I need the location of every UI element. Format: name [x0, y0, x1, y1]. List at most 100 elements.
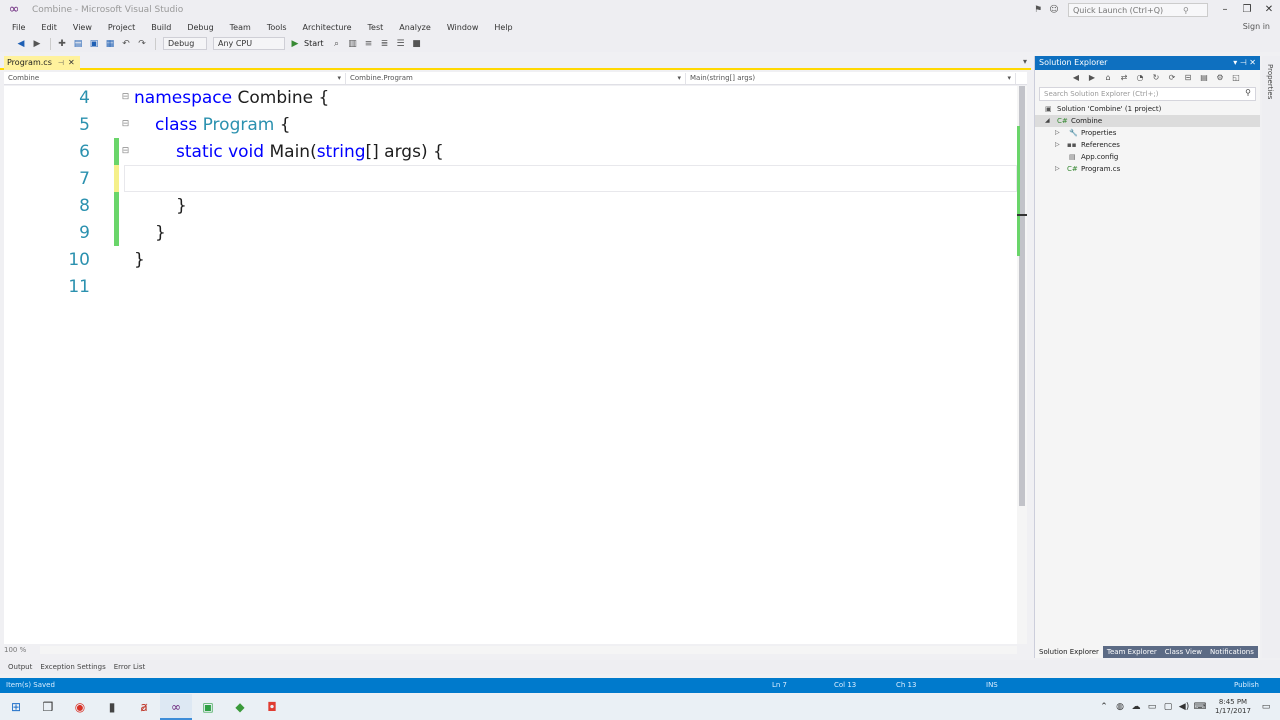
collapse-outline-icon[interactable]: ⊟ [121, 120, 130, 129]
publish-button[interactable]: Publish [1234, 681, 1259, 689]
show-all-files-icon[interactable]: ▤ [1197, 71, 1211, 85]
tree-item-project[interactable]: ◢ C# Combine [1035, 115, 1260, 127]
properties-icon[interactable]: ⚙ [1213, 71, 1227, 85]
preview-icon[interactable]: ◱ [1229, 71, 1243, 85]
tab-output[interactable]: Output [4, 663, 36, 671]
menu-debug[interactable]: Debug [179, 23, 221, 32]
code-line[interactable]: 11 [4, 273, 1004, 300]
menu-architecture[interactable]: Architecture [295, 23, 360, 32]
code-line[interactable]: 6 ⊟ static void Main(string[] args) { [4, 138, 1004, 165]
menu-view[interactable]: View [65, 23, 100, 32]
chevron-up-icon[interactable]: ⌃ [1096, 702, 1112, 712]
forward-icon[interactable]: ▶ [1085, 71, 1099, 85]
switch-views-icon[interactable]: ⇄ [1117, 71, 1131, 85]
collapse-outline-icon[interactable]: ⊟ [121, 147, 130, 156]
tree-item-properties[interactable]: ▷ 🔧 Properties [1035, 127, 1260, 139]
sign-in-link[interactable]: Sign in [1243, 22, 1270, 31]
action-center-icon[interactable]: ▭ [1258, 702, 1274, 712]
sync-icon[interactable]: ↻ [1149, 71, 1163, 85]
solution-configuration-dropdown[interactable]: Debug [163, 37, 207, 50]
new-project-icon[interactable]: ✚ [55, 37, 69, 51]
tab-error-list[interactable]: Error List [110, 663, 150, 671]
start-icon[interactable]: ▶ [288, 37, 302, 51]
back-icon[interactable]: ◀ [14, 37, 28, 51]
minimize-button[interactable]: – [1214, 1, 1236, 19]
tab-notifications[interactable]: Notifications [1206, 646, 1258, 658]
taskbar-clock[interactable]: 8:45 PM 1/17/2017 [1208, 698, 1258, 716]
solution-platform-dropdown[interactable]: Any CPU [213, 37, 285, 50]
menu-build[interactable]: Build [143, 23, 179, 32]
member-dropdown[interactable]: Main(string[] args) ▾ [686, 72, 1016, 84]
notification-flag-icon[interactable]: ⚑ [1030, 5, 1046, 15]
tree-item-app-config[interactable]: ▤ App.config [1035, 151, 1260, 163]
tab-solution-explorer[interactable]: Solution Explorer [1035, 646, 1103, 658]
menu-window[interactable]: Window [439, 23, 487, 32]
volume-icon[interactable]: ◀) [1176, 702, 1192, 712]
back-icon[interactable]: ◀ [1069, 71, 1083, 85]
tree-item-solution[interactable]: ▣ Solution 'Combine' (1 project) [1035, 103, 1260, 115]
forward-icon[interactable]: ▶ [30, 37, 44, 51]
menu-tools[interactable]: Tools [259, 23, 295, 32]
collapse-all-icon[interactable]: ⊟ [1181, 71, 1195, 85]
close-tab-icon[interactable]: ✕ [68, 56, 75, 70]
pin-icon[interactable]: ⊣ [58, 56, 64, 70]
messaging-app-icon[interactable]: ◆ [224, 694, 256, 720]
comment-icon[interactable]: ≣ [378, 37, 392, 51]
collapsed-arrow-icon[interactable]: ▷ [1055, 127, 1060, 139]
tab-class-view[interactable]: Class View [1160, 646, 1207, 658]
collapsed-arrow-icon[interactable]: ▷ [1055, 139, 1060, 151]
tree-item-references[interactable]: ▷ ▪▪ References [1035, 139, 1260, 151]
bookmark-icon[interactable]: ▥ [346, 37, 360, 51]
camtasia-icon[interactable]: ▣ [192, 694, 224, 720]
stop-icon[interactable]: ■ [410, 37, 424, 51]
collapsed-arrow-icon[interactable]: ▷ [1055, 163, 1060, 175]
expanded-arrow-icon[interactable]: ◢ [1045, 115, 1050, 127]
solution-search-box[interactable]: Search Solution Explorer (Ctrl+;) ⚲ [1039, 87, 1256, 101]
network-icon[interactable]: ◍ [1112, 702, 1128, 712]
windows-start-icon[interactable]: ⊞ [0, 694, 32, 720]
undo-icon[interactable]: ↶ [119, 37, 133, 51]
class-dropdown[interactable]: Combine.Program ▾ [346, 72, 686, 84]
code-line[interactable]: 8} [4, 192, 1004, 219]
zoom-level[interactable]: 100 % [4, 646, 26, 654]
menu-project[interactable]: Project [100, 23, 143, 32]
code-line[interactable]: 10} [4, 246, 1004, 273]
menu-test[interactable]: Test [360, 23, 392, 32]
code-line[interactable]: 4 ⊟ namespace Combine { [4, 84, 1004, 111]
tab-exception-settings[interactable]: Exception Settings [36, 663, 109, 671]
panel-controls[interactable]: ▾ ⊣ ✕ [1233, 56, 1256, 70]
menu-edit[interactable]: Edit [33, 23, 65, 32]
quick-launch-input[interactable] [1073, 5, 1183, 15]
code-line[interactable]: 9} [4, 219, 1004, 246]
display-icon[interactable]: ▢ [1160, 702, 1176, 712]
code-line[interactable]: 7 [4, 165, 1017, 192]
tab-list-dropdown-icon[interactable]: ▾ [1023, 57, 1027, 66]
feedback-icon[interactable]: ☺ [1046, 5, 1062, 15]
task-view-icon[interactable]: ❒ [32, 694, 64, 720]
keyboard-icon[interactable]: ⌨ [1192, 702, 1208, 712]
chrome-icon[interactable]: ◉ [64, 694, 96, 720]
menu-analyze[interactable]: Analyze [391, 23, 439, 32]
redo-icon[interactable]: ↷ [135, 37, 149, 51]
tree-item-program-cs[interactable]: ▷ C# Program.cs [1035, 163, 1260, 175]
editor-vertical-scrollbar[interactable] [1017, 86, 1027, 644]
menu-help[interactable]: Help [486, 23, 520, 32]
cloud-icon[interactable]: ☁ [1128, 702, 1144, 712]
home-icon[interactable]: ⌂ [1101, 71, 1115, 85]
refresh-icon[interactable]: ⟳ [1165, 71, 1179, 85]
find-icon[interactable]: ⌕ [330, 37, 344, 51]
menu-file[interactable]: File [4, 23, 33, 32]
pending-changes-icon[interactable]: ◔ [1133, 71, 1147, 85]
editor-horizontal-scrollbar[interactable] [40, 646, 1017, 654]
acrobat-icon[interactable]: ⱥ [128, 694, 160, 720]
close-button[interactable]: ✕ [1258, 1, 1280, 19]
save-icon[interactable]: ▣ [87, 37, 101, 51]
code-line[interactable]: 5 ⊟ class Program { [4, 111, 1004, 138]
maximize-button[interactable]: ❐ [1236, 1, 1258, 19]
visual-studio-taskbar-icon[interactable]: ∞ [160, 694, 192, 720]
save-all-icon[interactable]: ▦ [103, 37, 117, 51]
menu-team[interactable]: Team [222, 23, 259, 32]
battery-icon[interactable]: ▭ [1144, 702, 1160, 712]
tab-program-cs[interactable]: Program.cs ⊣ ✕ [4, 56, 80, 70]
file-explorer-icon[interactable]: ▮ [96, 694, 128, 720]
